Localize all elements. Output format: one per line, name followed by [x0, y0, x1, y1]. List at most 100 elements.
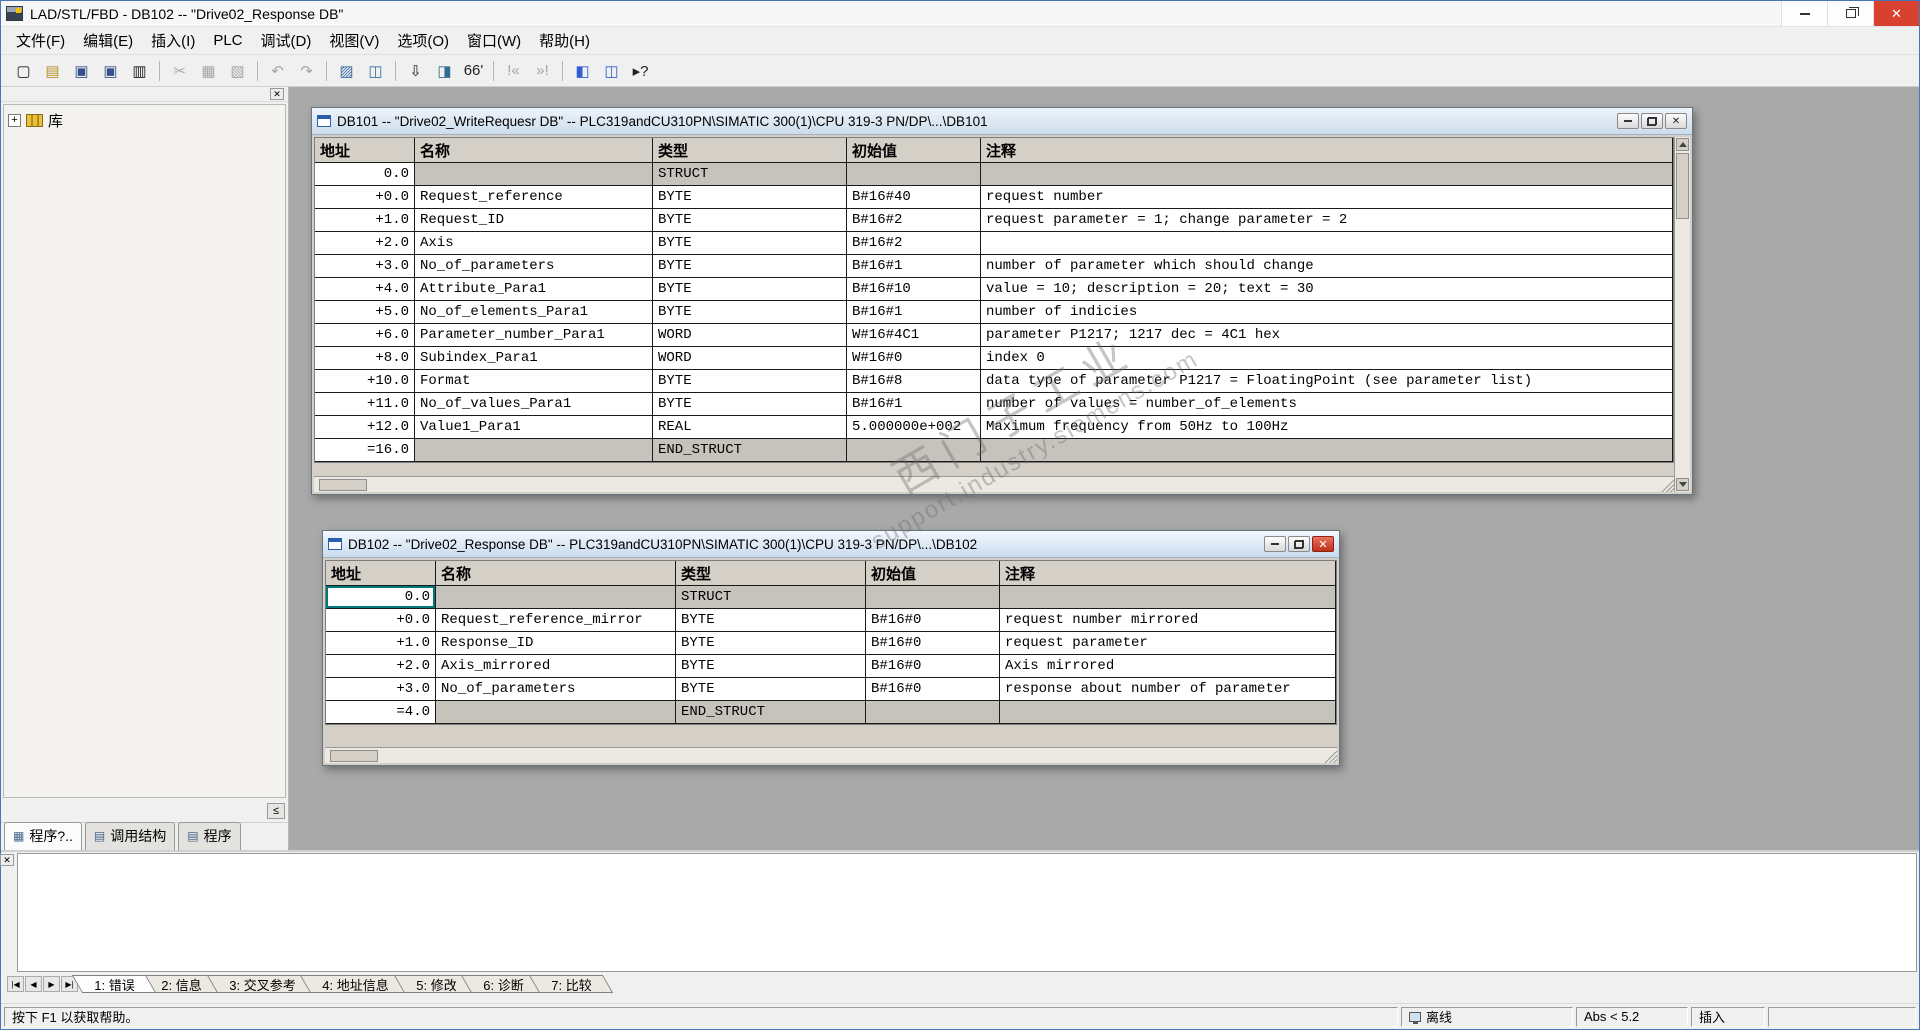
sidebar-tab[interactable]: ▦ 程序?.. [4, 822, 82, 850]
table-cell[interactable]: No_of_values_Para1 [415, 393, 653, 415]
table-cell[interactable]: B#16#8 [847, 370, 981, 392]
table-cell[interactable]: Parameter_number_Para1 [415, 324, 653, 346]
resize-grip[interactable] [1660, 477, 1674, 492]
table-cell[interactable]: Request_reference [415, 186, 653, 208]
table-cell[interactable]: B#16#0 [866, 632, 1000, 654]
table-cell[interactable]: response about number of parameter [1000, 678, 1336, 700]
reference-data-icon[interactable]: ◫ [362, 58, 389, 83]
db101-title-bar[interactable]: DB101 -- "Drive02_WriteRequesr DB" -- PL… [312, 108, 1692, 135]
menu-item[interactable]: 文件(F) [7, 26, 74, 55]
download-icon[interactable]: ⇩ [402, 58, 429, 83]
output-tab[interactable]: 7: 比较 [528, 975, 614, 993]
table-cell[interactable]: REAL [653, 416, 847, 438]
table-cell[interactable]: =4.0 [326, 701, 436, 723]
tree-item-library[interactable]: + 库 [8, 110, 281, 131]
output-close-icon[interactable]: ✕ [0, 854, 14, 866]
horizontal-scrollbar[interactable] [325, 747, 1337, 763]
table-cell[interactable]: data type of parameter P1217 = FloatingP… [981, 370, 1673, 392]
menu-item[interactable]: 窗口(W) [458, 26, 530, 55]
expand-icon[interactable]: + [8, 114, 21, 127]
table-cell[interactable]: BYTE [676, 678, 866, 700]
table-cell[interactable]: number of parameter which should change [981, 255, 1673, 277]
table-cell[interactable]: BYTE [653, 278, 847, 300]
table-cell[interactable]: +0.0 [315, 186, 415, 208]
table-cell[interactable]: +2.0 [315, 232, 415, 254]
vertical-scrollbar[interactable] [1674, 137, 1690, 492]
open-file-icon[interactable]: ▤ [39, 58, 66, 83]
table-cell[interactable]: +4.0 [315, 278, 415, 300]
table-cell[interactable]: request parameter = 1; change parameter … [981, 209, 1673, 231]
first-error-icon[interactable]: !« [500, 58, 527, 83]
table-cell[interactable]: BYTE [653, 186, 847, 208]
table-cell[interactable]: WORD [653, 347, 847, 369]
redo-icon[interactable]: ↷ [293, 58, 320, 83]
table-cell[interactable] [866, 586, 1000, 608]
save-icon[interactable]: ▣ [97, 58, 124, 83]
menu-item[interactable]: PLC [204, 28, 251, 53]
output-content[interactable] [17, 853, 1917, 972]
sidebar-tab[interactable]: ▤ 程序 [178, 822, 241, 850]
cut-icon[interactable]: ✂ [166, 58, 193, 83]
table-cell[interactable]: END_STRUCT [676, 701, 866, 723]
table-cell[interactable] [415, 163, 653, 185]
table-cell[interactable]: B#16#2 [847, 232, 981, 254]
table-cell[interactable]: +2.0 [326, 655, 436, 677]
table-cell[interactable]: B#16#1 [847, 301, 981, 323]
table-cell[interactable]: +0.0 [326, 609, 436, 631]
maximize-button[interactable] [1827, 1, 1873, 26]
db102-title-bar[interactable]: DB102 -- "Drive02_Response DB" -- PLC319… [323, 531, 1339, 558]
output-tab[interactable]: 1: 错误 [71, 975, 157, 993]
copy-icon[interactable]: ▦ [195, 58, 222, 83]
menu-item[interactable]: 视图(V) [320, 26, 388, 55]
table-cell[interactable]: No_of_parameters [436, 678, 676, 700]
menu-item[interactable]: 编辑(E) [74, 26, 142, 55]
resize-grip[interactable] [1323, 748, 1337, 763]
menu-item[interactable]: 调试(D) [252, 26, 321, 55]
table-cell[interactable]: +6.0 [315, 324, 415, 346]
table-cell[interactable]: +10.0 [315, 370, 415, 392]
table-cell[interactable]: Axis mirrored [1000, 655, 1336, 677]
table-cell[interactable]: BYTE [676, 632, 866, 654]
undo-icon[interactable]: ↶ [264, 58, 291, 83]
table-cell[interactable]: WORD [653, 324, 847, 346]
table-cell[interactable]: Subindex_Para1 [415, 347, 653, 369]
table-cell[interactable]: +12.0 [315, 416, 415, 438]
table-cell[interactable]: Format [415, 370, 653, 392]
table-cell[interactable] [847, 163, 981, 185]
accessible-nodes-icon[interactable]: ◨ [431, 58, 458, 83]
save-as-icon[interactable]: ▣ [68, 58, 95, 83]
program-elements-icon[interactable]: ▨ [333, 58, 360, 83]
tab-scroll-button[interactable]: ▶ [43, 976, 60, 992]
table-cell[interactable]: request parameter [1000, 632, 1336, 654]
next-error-icon[interactable]: »! [529, 58, 556, 83]
table-cell[interactable] [1000, 701, 1336, 723]
scroll-down-icon[interactable] [1676, 478, 1689, 491]
table-cell[interactable]: request number mirrored [1000, 609, 1336, 631]
table-cell[interactable] [436, 586, 676, 608]
table-cell[interactable]: number of indicies [981, 301, 1673, 323]
table-cell[interactable]: BYTE [653, 232, 847, 254]
table-cell[interactable] [436, 701, 676, 723]
table-cell[interactable]: No_of_parameters [415, 255, 653, 277]
table-cell[interactable]: B#16#1 [847, 255, 981, 277]
table-cell[interactable]: +11.0 [315, 393, 415, 415]
table-cell[interactable]: +8.0 [315, 347, 415, 369]
table-cell[interactable]: 0.0 [326, 586, 436, 608]
tab-scroll-button[interactable]: |◀ [7, 976, 24, 992]
table-cell[interactable]: B#16#10 [847, 278, 981, 300]
sidebar-close-icon[interactable]: ✕ [270, 88, 284, 100]
table-cell[interactable]: No_of_elements_Para1 [415, 301, 653, 323]
table-cell[interactable]: number of values = number_of_elements [981, 393, 1673, 415]
table-cell[interactable]: Request_reference_mirror [436, 609, 676, 631]
table-cell[interactable]: BYTE [653, 393, 847, 415]
restore-button[interactable] [1641, 113, 1663, 129]
table-cell[interactable]: +3.0 [326, 678, 436, 700]
sidebar-tab[interactable]: ▤ 调用结构 [84, 822, 176, 850]
minimize-button[interactable] [1617, 113, 1639, 129]
table-cell[interactable]: B#16#0 [866, 609, 1000, 631]
help-icon[interactable]: ▸? [627, 58, 654, 83]
table-cell[interactable]: =16.0 [315, 439, 415, 461]
title-bar[interactable]: LAD/STL/FBD - DB102 -- "Drive02_Response… [1, 1, 1919, 27]
scrollbar-thumb[interactable] [1676, 153, 1689, 219]
table-cell[interactable]: STRUCT [676, 586, 866, 608]
